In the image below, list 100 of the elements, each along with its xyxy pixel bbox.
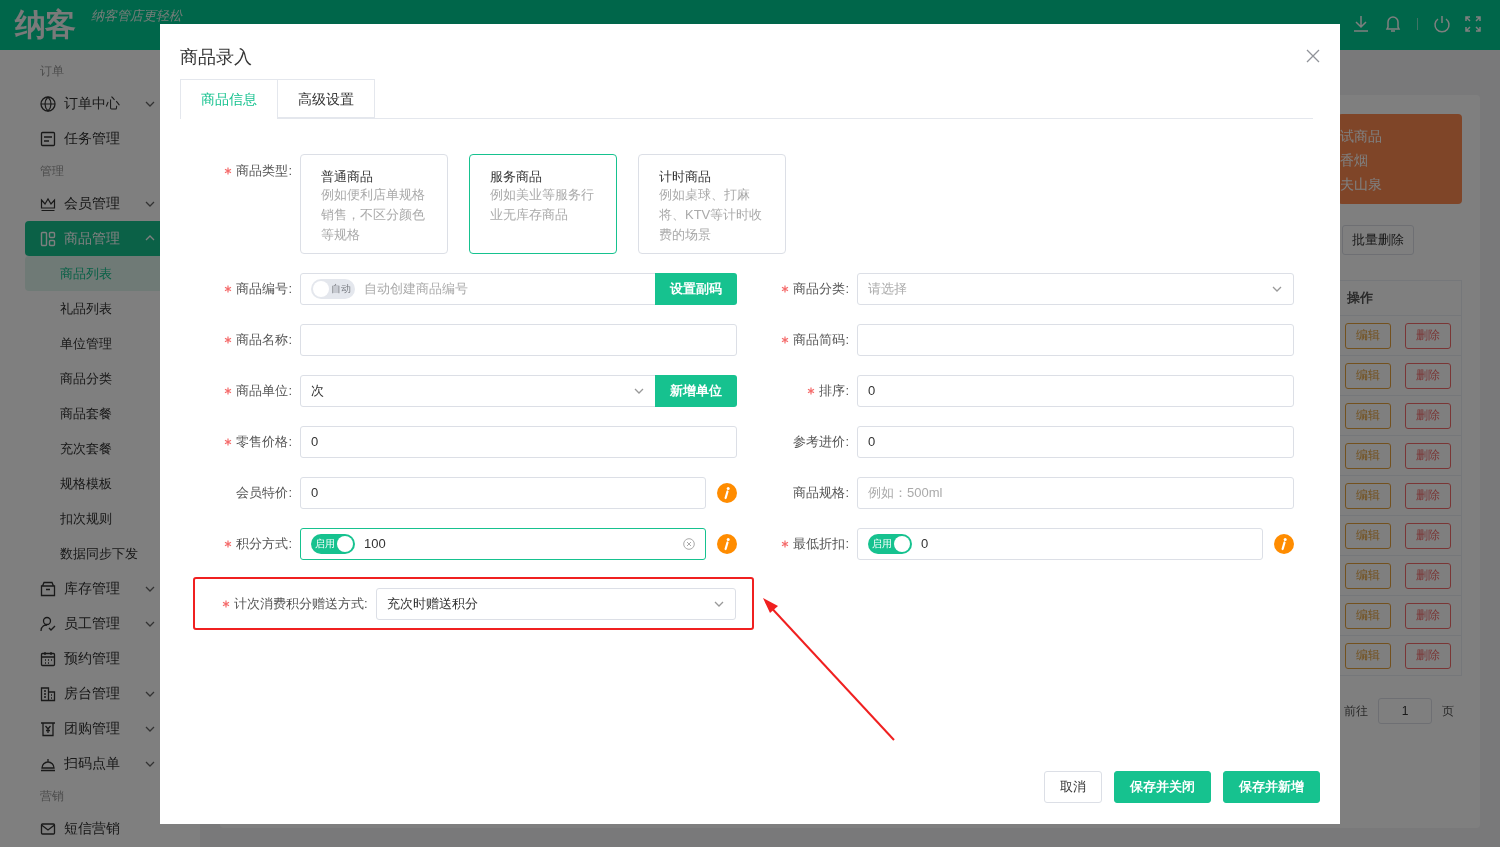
field-value: 0	[311, 485, 319, 500]
option-title: 服务商品	[490, 168, 543, 185]
delete-button[interactable]: 删除	[1405, 522, 1451, 549]
list-icon	[40, 130, 56, 147]
input-field[interactable]: 0	[857, 425, 1294, 458]
type-option-card[interactable]: 计时商品 例如桌球、打麻将、KTV等计时收费的场景	[638, 154, 786, 254]
delete-button[interactable]: 删除	[1405, 562, 1451, 589]
clear-icon[interactable]	[683, 537, 695, 550]
sidebar-item[interactable]: 库存管理	[0, 571, 200, 606]
page-input[interactable]: 1	[1378, 698, 1432, 724]
delete-button[interactable]: 删除	[1405, 322, 1451, 349]
power-icon[interactable]	[1432, 14, 1452, 34]
input-field[interactable]	[857, 323, 1294, 356]
option-title: 计时商品	[659, 168, 712, 185]
field-value: 0	[921, 536, 929, 551]
field-label: 计次消费积分赠送方式:	[234, 594, 368, 613]
field-action-button[interactable]: 设置副码	[655, 272, 737, 305]
input-field[interactable]: 0	[300, 425, 737, 458]
field-value: 0	[868, 383, 876, 398]
box-icon	[40, 580, 56, 597]
field-label: 零售价格:	[236, 432, 292, 451]
toggle-label: 自动	[331, 281, 351, 296]
grid-icon	[40, 230, 56, 247]
field-label: 商品编号:	[236, 279, 292, 298]
dialog-title: 商品录入	[180, 46, 252, 68]
delete-button[interactable]: 删除	[1405, 642, 1451, 669]
field-placeholder: 自动创建商品编号	[364, 279, 468, 298]
field-label: 商品分类:	[793, 279, 849, 298]
toggle-label: 启用	[315, 536, 335, 551]
select-field[interactable]: 充次时赠送积分	[375, 587, 736, 620]
save-button[interactable]: 保存并新增	[1223, 771, 1320, 803]
option-description: 例如便利店单规格销售，不区分颜色等规格	[321, 186, 426, 244]
input-field[interactable]: 例如：500ml	[857, 476, 1294, 509]
field-value: 0	[868, 434, 876, 449]
globe-icon	[40, 95, 56, 112]
sidebar-item[interactable]: 任务管理	[0, 121, 200, 156]
field-value: 100	[364, 536, 386, 551]
field-placeholder: 请选择	[868, 279, 907, 298]
field-label: 商品名称:	[236, 330, 292, 349]
tab[interactable]: 高级设置	[278, 79, 375, 118]
delete-button[interactable]: 删除	[1405, 602, 1451, 629]
goto-label: 前往	[1344, 702, 1368, 720]
sidebar-item[interactable]: 团购管理	[0, 711, 200, 746]
field-placeholder: 例如：500ml	[868, 483, 943, 502]
batch-delete-button[interactable]: 批量删除	[1342, 225, 1414, 255]
fullscreen-icon[interactable]	[1464, 15, 1482, 33]
slogan: 纳客管店更轻松	[91, 8, 182, 24]
sidebar-item[interactable]: 房台管理	[0, 676, 200, 711]
banner-text: 香烟	[1340, 151, 1369, 170]
tab[interactable]: 商品信息	[180, 79, 278, 119]
save-button[interactable]: 保存并关闭	[1114, 771, 1211, 803]
page-label: 页	[1442, 702, 1454, 720]
field-value: 0	[311, 434, 319, 449]
bell-icon[interactable]	[1383, 14, 1403, 34]
banner-text: 夫山泉	[1340, 175, 1383, 194]
select-field[interactable]: 请选择	[857, 272, 1294, 305]
banner-text: 试商品	[1340, 127, 1383, 146]
toggle-switch[interactable]: 启用	[868, 533, 912, 554]
field-label: 商品单位:	[236, 381, 292, 400]
logo: 纳客	[15, 8, 75, 42]
type-option-card[interactable]: 普通商品 例如便利店单规格销售，不区分颜色等规格	[300, 154, 448, 254]
building-icon	[40, 685, 56, 702]
sidebar-item[interactable]: 员工管理	[0, 606, 200, 641]
input-field[interactable]: 0	[300, 476, 706, 509]
sidebar-item[interactable]: 预约管理	[0, 641, 200, 676]
option-title: 普通商品	[321, 168, 374, 185]
delete-button[interactable]: 删除	[1405, 402, 1451, 429]
toggle-switch[interactable]: 自动	[311, 278, 355, 299]
sidebar-item[interactable]: 会员管理	[0, 186, 200, 221]
input-field[interactable]: 自动 自动创建商品编号	[300, 272, 656, 305]
field-value: 次	[311, 381, 324, 400]
field-label: 商品规格:	[793, 483, 849, 502]
calendar-icon	[40, 650, 56, 667]
sidebar-item[interactable]: 扫码点单	[0, 746, 200, 781]
field-label: 商品简码:	[793, 330, 849, 349]
delete-button[interactable]: 删除	[1405, 442, 1451, 469]
mail-icon	[40, 820, 56, 837]
input-field[interactable]	[300, 323, 737, 356]
field-label: 排序:	[819, 381, 849, 400]
close-icon[interactable]	[1306, 49, 1320, 63]
field-label: 商品类型:	[236, 162, 292, 180]
input-field[interactable]: 启用 100	[300, 527, 706, 560]
field-label: 参考进价:	[793, 432, 849, 451]
cancel-button[interactable]: 取消	[1044, 771, 1102, 803]
field-action-button[interactable]: 新增单位	[655, 374, 737, 407]
field-value: 充次时赠送积分	[386, 594, 478, 613]
option-description: 例如美业等服务行业无库存商品	[490, 186, 595, 224]
download-icon[interactable]	[1351, 14, 1371, 34]
toggle-label: 启用	[872, 536, 892, 551]
field-label: 最低折扣:	[793, 534, 849, 553]
delete-button[interactable]: 删除	[1405, 362, 1451, 389]
input-field[interactable]: 0	[857, 374, 1294, 407]
select-field[interactable]: 次	[300, 374, 656, 407]
toggle-switch[interactable]: 启用	[311, 533, 355, 554]
sidebar-item[interactable]: 短信营销	[0, 811, 200, 846]
field-label: 积分方式:	[236, 534, 292, 553]
person-icon	[40, 615, 56, 632]
delete-button[interactable]: 删除	[1405, 482, 1451, 509]
type-option-card[interactable]: 服务商品 例如美业等服务行业无库存商品	[469, 154, 617, 254]
input-field[interactable]: 启用 0	[857, 527, 1263, 560]
